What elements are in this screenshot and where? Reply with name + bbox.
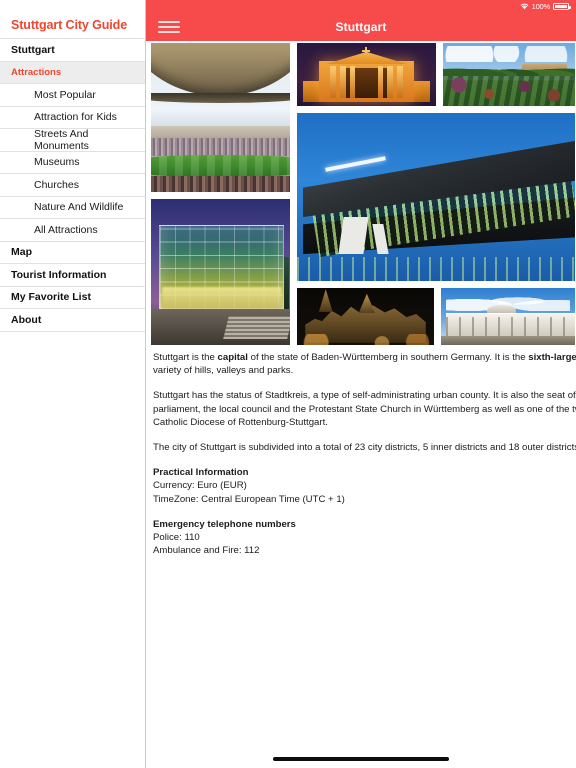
sidebar-title: Stuttgart City Guide: [11, 18, 128, 32]
sidebar-item-label: Stuttgart: [11, 43, 55, 56]
porsche-museum-photo[interactable]: [295, 111, 576, 283]
sidebar-item-tourist-information[interactable]: Tourist Information: [0, 263, 145, 286]
status-bar: 100%: [146, 0, 576, 13]
sidebar-item-about[interactable]: About: [0, 308, 145, 331]
article-paragraph-2: Stuttgart has the status of Stadtkreis, …: [153, 389, 576, 429]
sidebar: Stuttgart City Guide Stuttgart Attractio…: [0, 0, 146, 768]
sidebar-item-label: About: [11, 313, 42, 326]
wifi-icon: [520, 3, 529, 10]
sidebar-item-label: Attraction for Kids: [34, 111, 117, 124]
sidebar-item-nature-and-wildlife[interactable]: Nature And Wildlife: [0, 195, 145, 219]
solitude-palace-photo[interactable]: [439, 286, 576, 347]
p1-seg-a: Stuttgart is the: [153, 352, 218, 363]
sidebar-item-churches[interactable]: Churches: [0, 173, 145, 196]
sidebar-item-attraction-for-kids[interactable]: Attraction for Kids: [0, 105, 145, 129]
stiftskirche-cathedral-night-photo[interactable]: [295, 286, 436, 347]
stuttgart-city-library-photo[interactable]: [149, 197, 292, 347]
navbar-inner: Stuttgart: [146, 13, 576, 41]
practical-information-block: Practical Information Currency: Euro (EU…: [153, 466, 576, 506]
sidebar-item-stuttgart[interactable]: Stuttgart: [0, 38, 145, 61]
main-content-pane: 100% Stuttgart Stuttgart is the capital …: [146, 0, 576, 768]
app-root: Stuttgart City Guide Stuttgart Attractio…: [0, 0, 576, 768]
top-navigation-bar: 100% Stuttgart: [146, 0, 576, 41]
sidebar-item-label: My Favorite List: [11, 291, 91, 304]
mercedes-benz-arena-photo[interactable]: [149, 41, 292, 194]
p2-line3: Catholic Diocese of Rottenburg-Stuttgart…: [153, 417, 328, 429]
p1-bold-capital: capital: [217, 352, 248, 363]
battery-icon: [553, 2, 571, 11]
staatstheater-opera-house-photo[interactable]: [295, 41, 438, 108]
article-paragraph-1: Stuttgart is the capital of the state of…: [153, 351, 576, 378]
sidebar-item-label: Tourist Information: [11, 268, 107, 281]
sidebar-item-streets-and-monuments[interactable]: Streets And Monuments: [0, 127, 145, 152]
wilhelma-garden-photo[interactable]: [441, 41, 576, 108]
article-paragraph-3: The city of Stuttgart is subdivided into…: [153, 441, 576, 454]
sidebar-item-label: Churches: [34, 178, 79, 191]
emergency-ambulance-fire: Ambulance and Fire: 112: [153, 545, 260, 557]
p1-seg-c: of the state of Baden-Württemberg in sou…: [247, 352, 529, 363]
sidebar-item-label: Most Popular: [34, 88, 96, 101]
sidebar-item-label: Streets And Monuments: [34, 127, 89, 152]
sidebar-item-my-favorite-list[interactable]: My Favorite List: [0, 285, 145, 309]
practical-information-heading: Practical Information: [153, 466, 249, 478]
sidebar-item-label: Nature And Wildlife: [34, 201, 124, 214]
emergency-numbers-heading: Emergency telephone numbers: [153, 518, 296, 530]
p3-line1: The city of Stuttgart is subdivided into…: [153, 442, 576, 454]
sidebar-item-all-attractions[interactable]: All Attractions: [0, 218, 145, 241]
sidebar-item-label: Map: [11, 246, 32, 259]
sidebar-item-label: Attractions: [11, 66, 62, 78]
sidebar-item-museums[interactable]: Museums: [0, 150, 145, 174]
p2-line2: parliament, the local council and the Pr…: [153, 403, 576, 415]
practical-timezone: TimeZone: Central European Time (UTC + 1…: [153, 493, 345, 505]
practical-currency: Currency: Euro (EUR): [153, 480, 247, 492]
stuttgart-photo-collage[interactable]: [149, 41, 576, 347]
home-indicator[interactable]: [273, 757, 449, 761]
p2-line1: Stuttgart has the status of Stadtkreis, …: [153, 390, 576, 402]
article-body: Stuttgart is the capital of the state of…: [153, 351, 576, 569]
battery-percent-label: 100%: [531, 2, 551, 11]
emergency-numbers-block: Emergency telephone numbers Police: 110 …: [153, 518, 576, 558]
sidebar-item-label: Museums: [34, 156, 80, 169]
sidebar-item-map[interactable]: Map: [0, 240, 145, 264]
emergency-police: Police: 110: [153, 532, 200, 544]
sidebar-item-most-popular[interactable]: Most Popular: [0, 83, 145, 106]
sidebar-item-attractions[interactable]: Attractions: [0, 60, 145, 83]
p1-bold-sixth-largest: sixth-largest cit: [528, 352, 576, 363]
page-title: Stuttgart: [335, 20, 387, 34]
p1-line2: variety of hills, valleys and parks.: [153, 365, 294, 377]
sidebar-list-end-divider: [0, 330, 145, 332]
sidebar-item-label: All Attractions: [34, 223, 98, 236]
